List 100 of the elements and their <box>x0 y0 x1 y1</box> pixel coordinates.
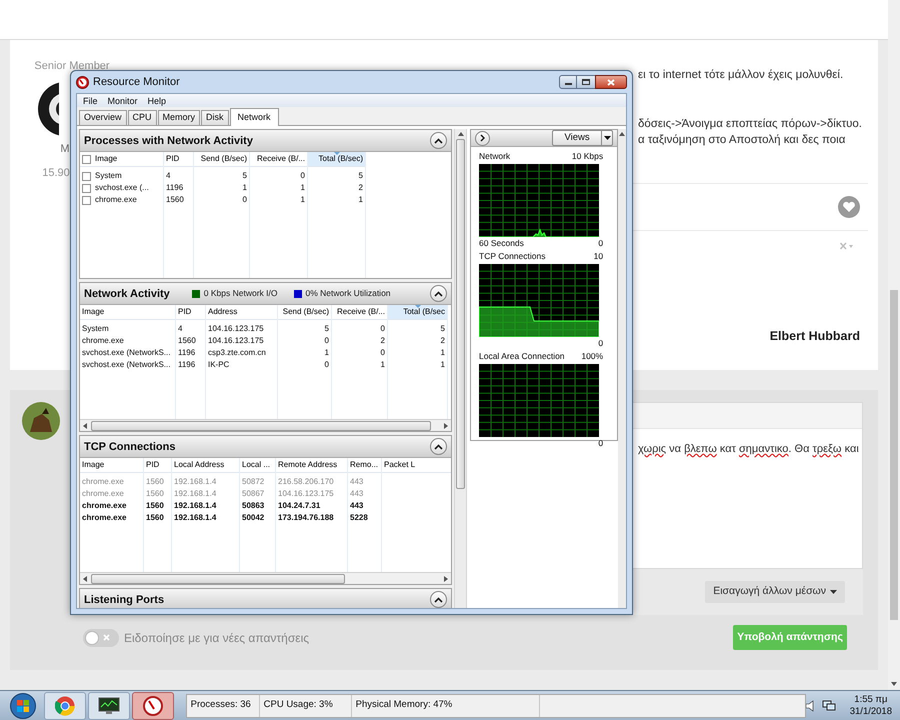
checkbox[interactable] <box>82 184 91 192</box>
horizontal-scrollbar[interactable] <box>80 419 452 431</box>
menu-item[interactable]: Help <box>144 94 170 106</box>
chevron-up-icon <box>434 444 444 450</box>
gauge-icon <box>142 696 163 716</box>
column-header[interactable]: Total (B/sec) <box>308 152 365 167</box>
browser-icon <box>54 696 75 716</box>
column-header[interactable]: Remote Address <box>276 458 347 473</box>
table-cell: 0 <box>242 195 247 205</box>
table-cell: 173.194.76.188 <box>278 513 334 523</box>
clock[interactable]: 1:55 πμ 31/1/2018 <box>850 694 892 718</box>
table-cell: 4 <box>178 324 182 334</box>
tab[interactable]: Network <box>230 108 279 126</box>
vertical-scrollbar[interactable] <box>454 129 467 608</box>
menu-item[interactable]: File <box>79 94 102 106</box>
scroll-left-arrow[interactable] <box>83 422 87 428</box>
table-cell: chrome.exe <box>82 513 126 523</box>
table-cell: chrome.exe <box>82 477 124 487</box>
x-icon <box>103 634 110 641</box>
scroll-right-arrow[interactable] <box>444 422 448 428</box>
column-header[interactable]: Receive (B/... <box>332 305 387 320</box>
table-cell: 1 <box>440 348 445 358</box>
checkbox[interactable] <box>82 154 91 164</box>
checkbox[interactable] <box>82 172 91 180</box>
monitor-icon <box>98 696 120 714</box>
table-cell: 443 <box>350 477 364 487</box>
scrollbar-thumb[interactable] <box>91 420 431 430</box>
close-button[interactable] <box>595 75 627 89</box>
table-cell: 2 <box>380 336 385 346</box>
menu-item[interactable]: Monitor <box>104 94 142 106</box>
maximize-button[interactable] <box>577 75 595 89</box>
collapse-button[interactable] <box>430 285 448 302</box>
checkbox[interactable] <box>82 196 91 204</box>
tab[interactable]: Overview <box>79 110 127 125</box>
vertical-scrollbar[interactable] <box>618 129 626 608</box>
page-scrollbar[interactable] <box>888 0 900 690</box>
tab[interactable]: CPU <box>128 110 157 125</box>
graph-title: Local Area Connection <box>479 350 565 363</box>
table-cell: 50863 <box>242 501 264 511</box>
table-cell: chrome.exe <box>95 195 137 205</box>
status-text: CPU Usage: 3% <box>260 694 352 716</box>
table-cell: 5 <box>242 171 247 181</box>
table-cell: IK-PC <box>208 360 230 370</box>
table-cell: 1 <box>300 195 305 205</box>
table-cell: 192.168.1.4 <box>174 489 216 499</box>
section-title: Processes with Network Activity <box>84 134 253 148</box>
column-header[interactable]: Packet L <box>382 458 451 473</box>
toggle-switch[interactable] <box>83 628 119 646</box>
post-text: ει το internet τότε μάλλον έχεις μολυνθεί. <box>638 68 844 83</box>
chevron-up-icon <box>434 290 444 296</box>
network-icon[interactable] <box>822 700 836 712</box>
sort-arrow-icon <box>334 152 340 155</box>
column-header[interactable]: Receive (B/... <box>250 152 307 167</box>
taskbar-button[interactable] <box>88 692 130 720</box>
table-cell: 104.16.123.175 <box>208 324 264 334</box>
expand-button[interactable] <box>475 130 490 146</box>
table-cell: 1560 <box>146 477 164 487</box>
views-dropdown[interactable]: Views <box>552 130 614 146</box>
graph-max-label: 10 Kbps <box>572 150 604 163</box>
minimize-button[interactable] <box>559 75 577 89</box>
column-header[interactable]: Total (B/sec <box>388 305 447 320</box>
table-cell: 0 <box>380 348 385 358</box>
column-header[interactable]: Image <box>80 152 163 167</box>
column-header[interactable]: Local ... <box>240 458 275 473</box>
collapse-button[interactable] <box>430 132 448 149</box>
chevron-up-icon <box>434 596 444 602</box>
insert-media-button[interactable]: Εισαγωγή άλλων μέσων <box>705 581 845 603</box>
tab[interactable]: Disk <box>201 110 229 125</box>
graph-min-label: 0 <box>598 337 604 350</box>
taskbar-button[interactable] <box>132 692 174 720</box>
table-cell: 1 <box>242 183 247 193</box>
scroll-up-arrow[interactable] <box>619 132 626 136</box>
scroll-right-arrow[interactable] <box>444 576 448 582</box>
column-header[interactable]: Send (B/sec) <box>194 152 249 167</box>
table-cell: 50867 <box>242 489 264 499</box>
table-cell: 1196 <box>178 348 196 358</box>
legend-label: 0% Network Utilization <box>306 287 391 300</box>
table-cell: 443 <box>350 501 364 511</box>
table-cell: chrome.exe <box>82 336 124 346</box>
table-cell: 104.24.7.31 <box>278 501 320 511</box>
minimize-icon <box>564 83 572 85</box>
table-cell: System <box>95 171 122 181</box>
table-cell: System <box>82 324 109 334</box>
window-title: Resource Monitor <box>93 74 180 90</box>
tab[interactable]: Memory <box>158 110 200 125</box>
scroll-up-arrow[interactable] <box>458 132 464 136</box>
column-header[interactable]: Local Address <box>172 458 239 473</box>
scrollbar-thumb[interactable] <box>91 574 345 584</box>
column-header[interactable]: Address <box>206 305 277 320</box>
horizontal-scrollbar[interactable] <box>80 572 452 584</box>
table-cell: 2 <box>358 183 363 193</box>
scroll-left-arrow[interactable] <box>83 576 87 582</box>
collapse-button[interactable] <box>430 591 448 608</box>
collapse-button[interactable] <box>430 438 448 455</box>
table-cell: 1560 <box>146 501 164 511</box>
start-button[interactable] <box>8 692 38 720</box>
column-header[interactable]: Send (B/sec) <box>278 305 331 320</box>
scrollbar-thumb[interactable] <box>456 139 466 489</box>
scrollbar-thumb[interactable] <box>890 290 898 620</box>
scroll-down-arrow[interactable] <box>891 682 897 686</box>
